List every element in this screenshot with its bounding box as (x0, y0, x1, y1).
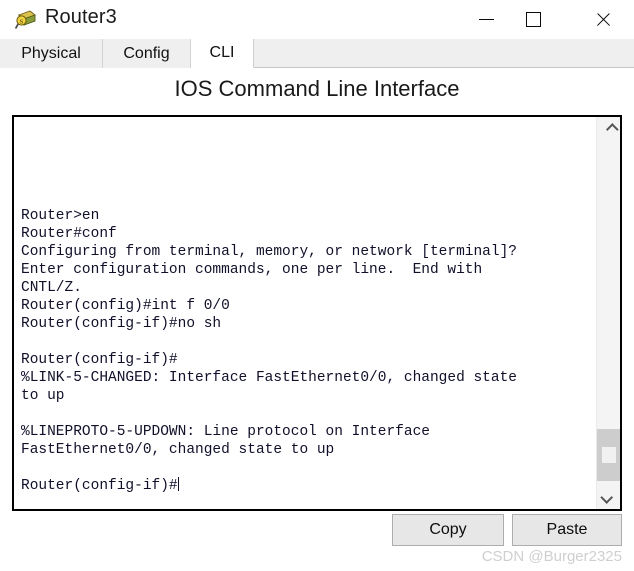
packet-tracer-router-icon: S (14, 7, 38, 31)
scrollbar-thumb-grip (602, 447, 616, 463)
terminal-line: Router(config)#int f 0/0 (21, 298, 230, 314)
terminal-line: Router(config-if)# (21, 352, 178, 368)
tab-cli[interactable]: CLI (191, 39, 254, 68)
scroll-down-button[interactable] (597, 485, 620, 509)
text-caret (177, 477, 179, 491)
close-icon (595, 11, 612, 28)
maximize-button[interactable] (510, 0, 556, 38)
minimize-icon (478, 18, 494, 20)
minimize-button[interactable] (463, 0, 509, 38)
watermark: CSDN @Burger2325 (481, 548, 622, 565)
terminal-line: %LINK-5-CHANGED: Interface FastEthernet0… (21, 370, 517, 386)
terminal-line: Enter configuration commands, one per li… (21, 262, 483, 278)
cli-terminal[interactable]: Router>en Router#conf Configuring from ter… (12, 115, 622, 511)
scroll-up-button[interactable] (597, 117, 620, 141)
router-cli-window: S Router3 Physical Config CLI IOS Comman… (0, 0, 634, 571)
tab-config-label: Config (123, 44, 170, 62)
terminal-line: Router(config-if)#no sh (21, 316, 222, 332)
terminal-output[interactable]: Router>en Router#conf Configuring from ter… (21, 117, 593, 509)
terminal-prompt-line: Router(config-if)# (21, 477, 179, 494)
tab-physical[interactable]: Physical (0, 39, 103, 68)
terminal-line: Router>en (21, 208, 100, 224)
tab-config[interactable]: Config (103, 39, 191, 68)
close-button[interactable] (580, 0, 626, 38)
terminal-line: to up (21, 388, 65, 404)
scrollbar-thumb[interactable] (597, 429, 620, 481)
tab-cli-label: CLI (209, 44, 235, 61)
maximize-icon (525, 11, 541, 27)
terminal-line: Configuring from terminal, memory, or ne… (21, 244, 517, 260)
terminal-scrollbar[interactable] (596, 117, 620, 509)
terminal-line: CNTL/Z. (21, 280, 82, 296)
window-titlebar: S Router3 (0, 0, 634, 38)
svg-text:S: S (20, 18, 24, 25)
page-title: IOS Command Line Interface (174, 76, 460, 101)
copy-button-label: Copy (429, 521, 467, 538)
paste-button[interactable]: Paste (512, 514, 622, 546)
tab-strip: Physical Config CLI (0, 39, 634, 68)
window-title: Router3 (45, 6, 117, 28)
chevron-up-icon (605, 122, 619, 136)
paste-button-label: Paste (546, 521, 588, 538)
copy-button[interactable]: Copy (392, 514, 504, 546)
chevron-down-icon (599, 490, 613, 504)
terminal-line: FastEthernet0/0, changed state to up (21, 442, 335, 458)
tab-physical-label: Physical (21, 44, 81, 62)
terminal-line: Router#conf (21, 226, 117, 242)
terminal-line: %LINEPROTO-5-UPDOWN: Line protocol on In… (21, 424, 430, 440)
